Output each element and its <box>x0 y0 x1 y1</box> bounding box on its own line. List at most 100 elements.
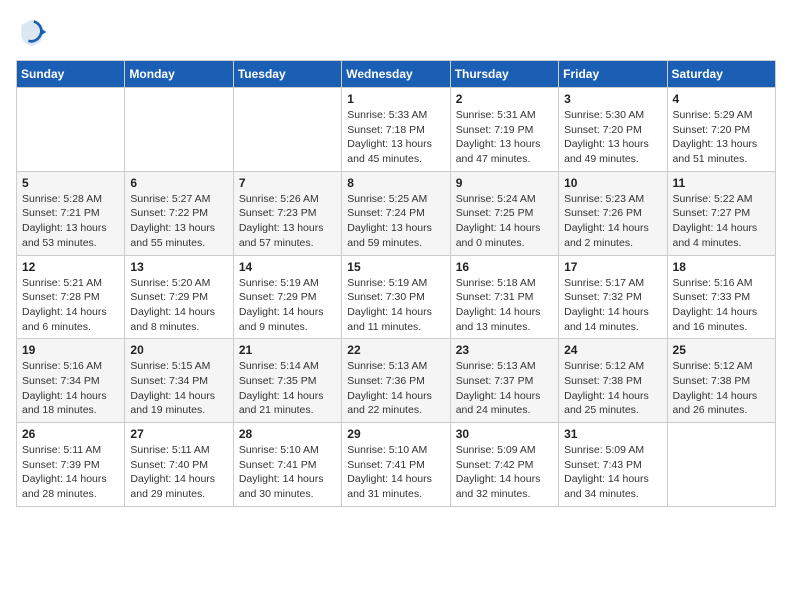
day-number: 17 <box>564 260 661 274</box>
day-info: Sunrise: 5:13 AM Sunset: 7:37 PM Dayligh… <box>456 359 553 418</box>
calendar-cell: 1 Sunrise: 5:33 AM Sunset: 7:18 PM Daylig… <box>342 88 450 172</box>
day-number: 8 <box>347 176 444 190</box>
day-info: Sunrise: 5:30 AM Sunset: 7:20 PM Dayligh… <box>564 108 661 167</box>
day-number: 27 <box>130 427 227 441</box>
day-number: 14 <box>239 260 336 274</box>
calendar-cell <box>125 88 233 172</box>
day-number: 20 <box>130 343 227 357</box>
calendar-cell: 12 Sunrise: 5:21 AM Sunset: 7:28 PM Dayli… <box>17 255 125 339</box>
day-info: Sunrise: 5:18 AM Sunset: 7:31 PM Dayligh… <box>456 276 553 335</box>
day-info: Sunrise: 5:24 AM Sunset: 7:25 PM Dayligh… <box>456 192 553 251</box>
calendar-table: SundayMondayTuesdayWednesdayThursdayFrid… <box>16 60 776 507</box>
calendar-cell: 2Sunrise: 5:31 AM Sunset: 7:19 PM Daylig… <box>450 88 558 172</box>
calendar-cell: 9 Sunrise: 5:24 AM Sunset: 7:25 PM Daylig… <box>450 171 558 255</box>
day-info: Sunrise: 5:12 AM Sunset: 7:38 PM Dayligh… <box>564 359 661 418</box>
day-info: Sunrise: 5:26 AM Sunset: 7:23 PM Dayligh… <box>239 192 336 251</box>
day-of-week-sunday: Sunday <box>17 61 125 88</box>
day-info: Sunrise: 5:10 AM Sunset: 7:41 PM Dayligh… <box>347 443 444 502</box>
calendar-cell: 7 Sunrise: 5:26 AM Sunset: 7:23 PM Daylig… <box>233 171 341 255</box>
day-number: 31 <box>564 427 661 441</box>
day-number: 4 <box>673 92 770 106</box>
day-info: Sunrise: 5:10 AM Sunset: 7:41 PM Dayligh… <box>239 443 336 502</box>
day-of-week-friday: Friday <box>559 61 667 88</box>
calendar-cell: 18Sunrise: 5:16 AM Sunset: 7:33 PM Dayli… <box>667 255 775 339</box>
day-number: 26 <box>22 427 119 441</box>
day-info: Sunrise: 5:16 AM Sunset: 7:34 PM Dayligh… <box>22 359 119 418</box>
calendar-cell: 27Sunrise: 5:11 AM Sunset: 7:40 PM Dayli… <box>125 423 233 507</box>
calendar-cell: 28Sunrise: 5:10 AM Sunset: 7:41 PM Dayli… <box>233 423 341 507</box>
calendar-cell: 6 Sunrise: 5:27 AM Sunset: 7:22 PM Daylig… <box>125 171 233 255</box>
day-number: 16 <box>456 260 553 274</box>
day-info: Sunrise: 5:09 AM Sunset: 7:43 PM Dayligh… <box>564 443 661 502</box>
day-info: Sunrise: 5:21 AM Sunset: 7:28 PM Dayligh… <box>22 276 119 335</box>
day-number: 9 <box>456 176 553 190</box>
calendar-week-1: 1 Sunrise: 5:33 AM Sunset: 7:18 PM Daylig… <box>17 88 776 172</box>
day-number: 24 <box>564 343 661 357</box>
logo <box>16 16 52 48</box>
day-info: Sunrise: 5:23 AM Sunset: 7:26 PM Dayligh… <box>564 192 661 251</box>
day-info: Sunrise: 5:22 AM Sunset: 7:27 PM Dayligh… <box>673 192 770 251</box>
day-number: 30 <box>456 427 553 441</box>
day-number: 12 <box>22 260 119 274</box>
day-number: 1 <box>347 92 444 106</box>
day-number: 13 <box>130 260 227 274</box>
calendar-cell: 22Sunrise: 5:13 AM Sunset: 7:36 PM Dayli… <box>342 339 450 423</box>
logo-icon <box>16 16 48 48</box>
calendar-week-2: 5 Sunrise: 5:28 AM Sunset: 7:21 PM Daylig… <box>17 171 776 255</box>
day-info: Sunrise: 5:33 AM Sunset: 7:18 PM Dayligh… <box>347 108 444 167</box>
calendar-header-row: SundayMondayTuesdayWednesdayThursdayFrid… <box>17 61 776 88</box>
day-info: Sunrise: 5:09 AM Sunset: 7:42 PM Dayligh… <box>456 443 553 502</box>
calendar-cell: 26Sunrise: 5:11 AM Sunset: 7:39 PM Dayli… <box>17 423 125 507</box>
day-number: 5 <box>22 176 119 190</box>
day-number: 21 <box>239 343 336 357</box>
calendar-cell: 30 Sunrise: 5:09 AM Sunset: 7:42 PM Dayli… <box>450 423 558 507</box>
calendar-week-3: 12 Sunrise: 5:21 AM Sunset: 7:28 PM Dayli… <box>17 255 776 339</box>
day-number: 3 <box>564 92 661 106</box>
day-of-week-wednesday: Wednesday <box>342 61 450 88</box>
day-number: 6 <box>130 176 227 190</box>
calendar-cell: 13 Sunrise: 5:20 AM Sunset: 7:29 PM Dayli… <box>125 255 233 339</box>
day-info: Sunrise: 5:28 AM Sunset: 7:21 PM Dayligh… <box>22 192 119 251</box>
calendar-cell <box>667 423 775 507</box>
day-number: 23 <box>456 343 553 357</box>
calendar-cell: 31 Sunrise: 5:09 AM Sunset: 7:43 PM Dayli… <box>559 423 667 507</box>
calendar-cell: 16 Sunrise: 5:18 AM Sunset: 7:31 PM Dayli… <box>450 255 558 339</box>
day-number: 19 <box>22 343 119 357</box>
day-info: Sunrise: 5:19 AM Sunset: 7:29 PM Dayligh… <box>239 276 336 335</box>
day-number: 10 <box>564 176 661 190</box>
calendar-cell: 4 Sunrise: 5:29 AM Sunset: 7:20 PM Daylig… <box>667 88 775 172</box>
calendar-cell: 29Sunrise: 5:10 AM Sunset: 7:41 PM Dayli… <box>342 423 450 507</box>
calendar-cell: 11 Sunrise: 5:22 AM Sunset: 7:27 PM Dayli… <box>667 171 775 255</box>
page-header <box>16 16 776 48</box>
day-info: Sunrise: 5:27 AM Sunset: 7:22 PM Dayligh… <box>130 192 227 251</box>
calendar-week-5: 26Sunrise: 5:11 AM Sunset: 7:39 PM Dayli… <box>17 423 776 507</box>
day-info: Sunrise: 5:31 AM Sunset: 7:19 PM Dayligh… <box>456 108 553 167</box>
calendar-cell: 10 Sunrise: 5:23 AM Sunset: 7:26 PM Dayli… <box>559 171 667 255</box>
day-number: 7 <box>239 176 336 190</box>
calendar-cell: 19 Sunrise: 5:16 AM Sunset: 7:34 PM Dayli… <box>17 339 125 423</box>
calendar-cell: 8Sunrise: 5:25 AM Sunset: 7:24 PM Daylig… <box>342 171 450 255</box>
day-of-week-monday: Monday <box>125 61 233 88</box>
day-number: 18 <box>673 260 770 274</box>
day-of-week-saturday: Saturday <box>667 61 775 88</box>
day-info: Sunrise: 5:29 AM Sunset: 7:20 PM Dayligh… <box>673 108 770 167</box>
day-info: Sunrise: 5:15 AM Sunset: 7:34 PM Dayligh… <box>130 359 227 418</box>
day-of-week-tuesday: Tuesday <box>233 61 341 88</box>
calendar-week-4: 19 Sunrise: 5:16 AM Sunset: 7:34 PM Dayli… <box>17 339 776 423</box>
calendar-cell: 25 Sunrise: 5:12 AM Sunset: 7:38 PM Dayli… <box>667 339 775 423</box>
calendar-cell <box>233 88 341 172</box>
calendar-cell: 14 Sunrise: 5:19 AM Sunset: 7:29 PM Dayli… <box>233 255 341 339</box>
calendar-cell <box>17 88 125 172</box>
day-number: 15 <box>347 260 444 274</box>
calendar-cell: 23 Sunrise: 5:13 AM Sunset: 7:37 PM Dayli… <box>450 339 558 423</box>
calendar-cell: 17 Sunrise: 5:17 AM Sunset: 7:32 PM Dayli… <box>559 255 667 339</box>
day-info: Sunrise: 5:12 AM Sunset: 7:38 PM Dayligh… <box>673 359 770 418</box>
day-info: Sunrise: 5:20 AM Sunset: 7:29 PM Dayligh… <box>130 276 227 335</box>
day-info: Sunrise: 5:17 AM Sunset: 7:32 PM Dayligh… <box>564 276 661 335</box>
calendar-cell: 21Sunrise: 5:14 AM Sunset: 7:35 PM Dayli… <box>233 339 341 423</box>
day-number: 11 <box>673 176 770 190</box>
day-number: 25 <box>673 343 770 357</box>
day-info: Sunrise: 5:19 AM Sunset: 7:30 PM Dayligh… <box>347 276 444 335</box>
calendar-cell: 15 Sunrise: 5:19 AM Sunset: 7:30 PM Dayli… <box>342 255 450 339</box>
day-info: Sunrise: 5:13 AM Sunset: 7:36 PM Dayligh… <box>347 359 444 418</box>
